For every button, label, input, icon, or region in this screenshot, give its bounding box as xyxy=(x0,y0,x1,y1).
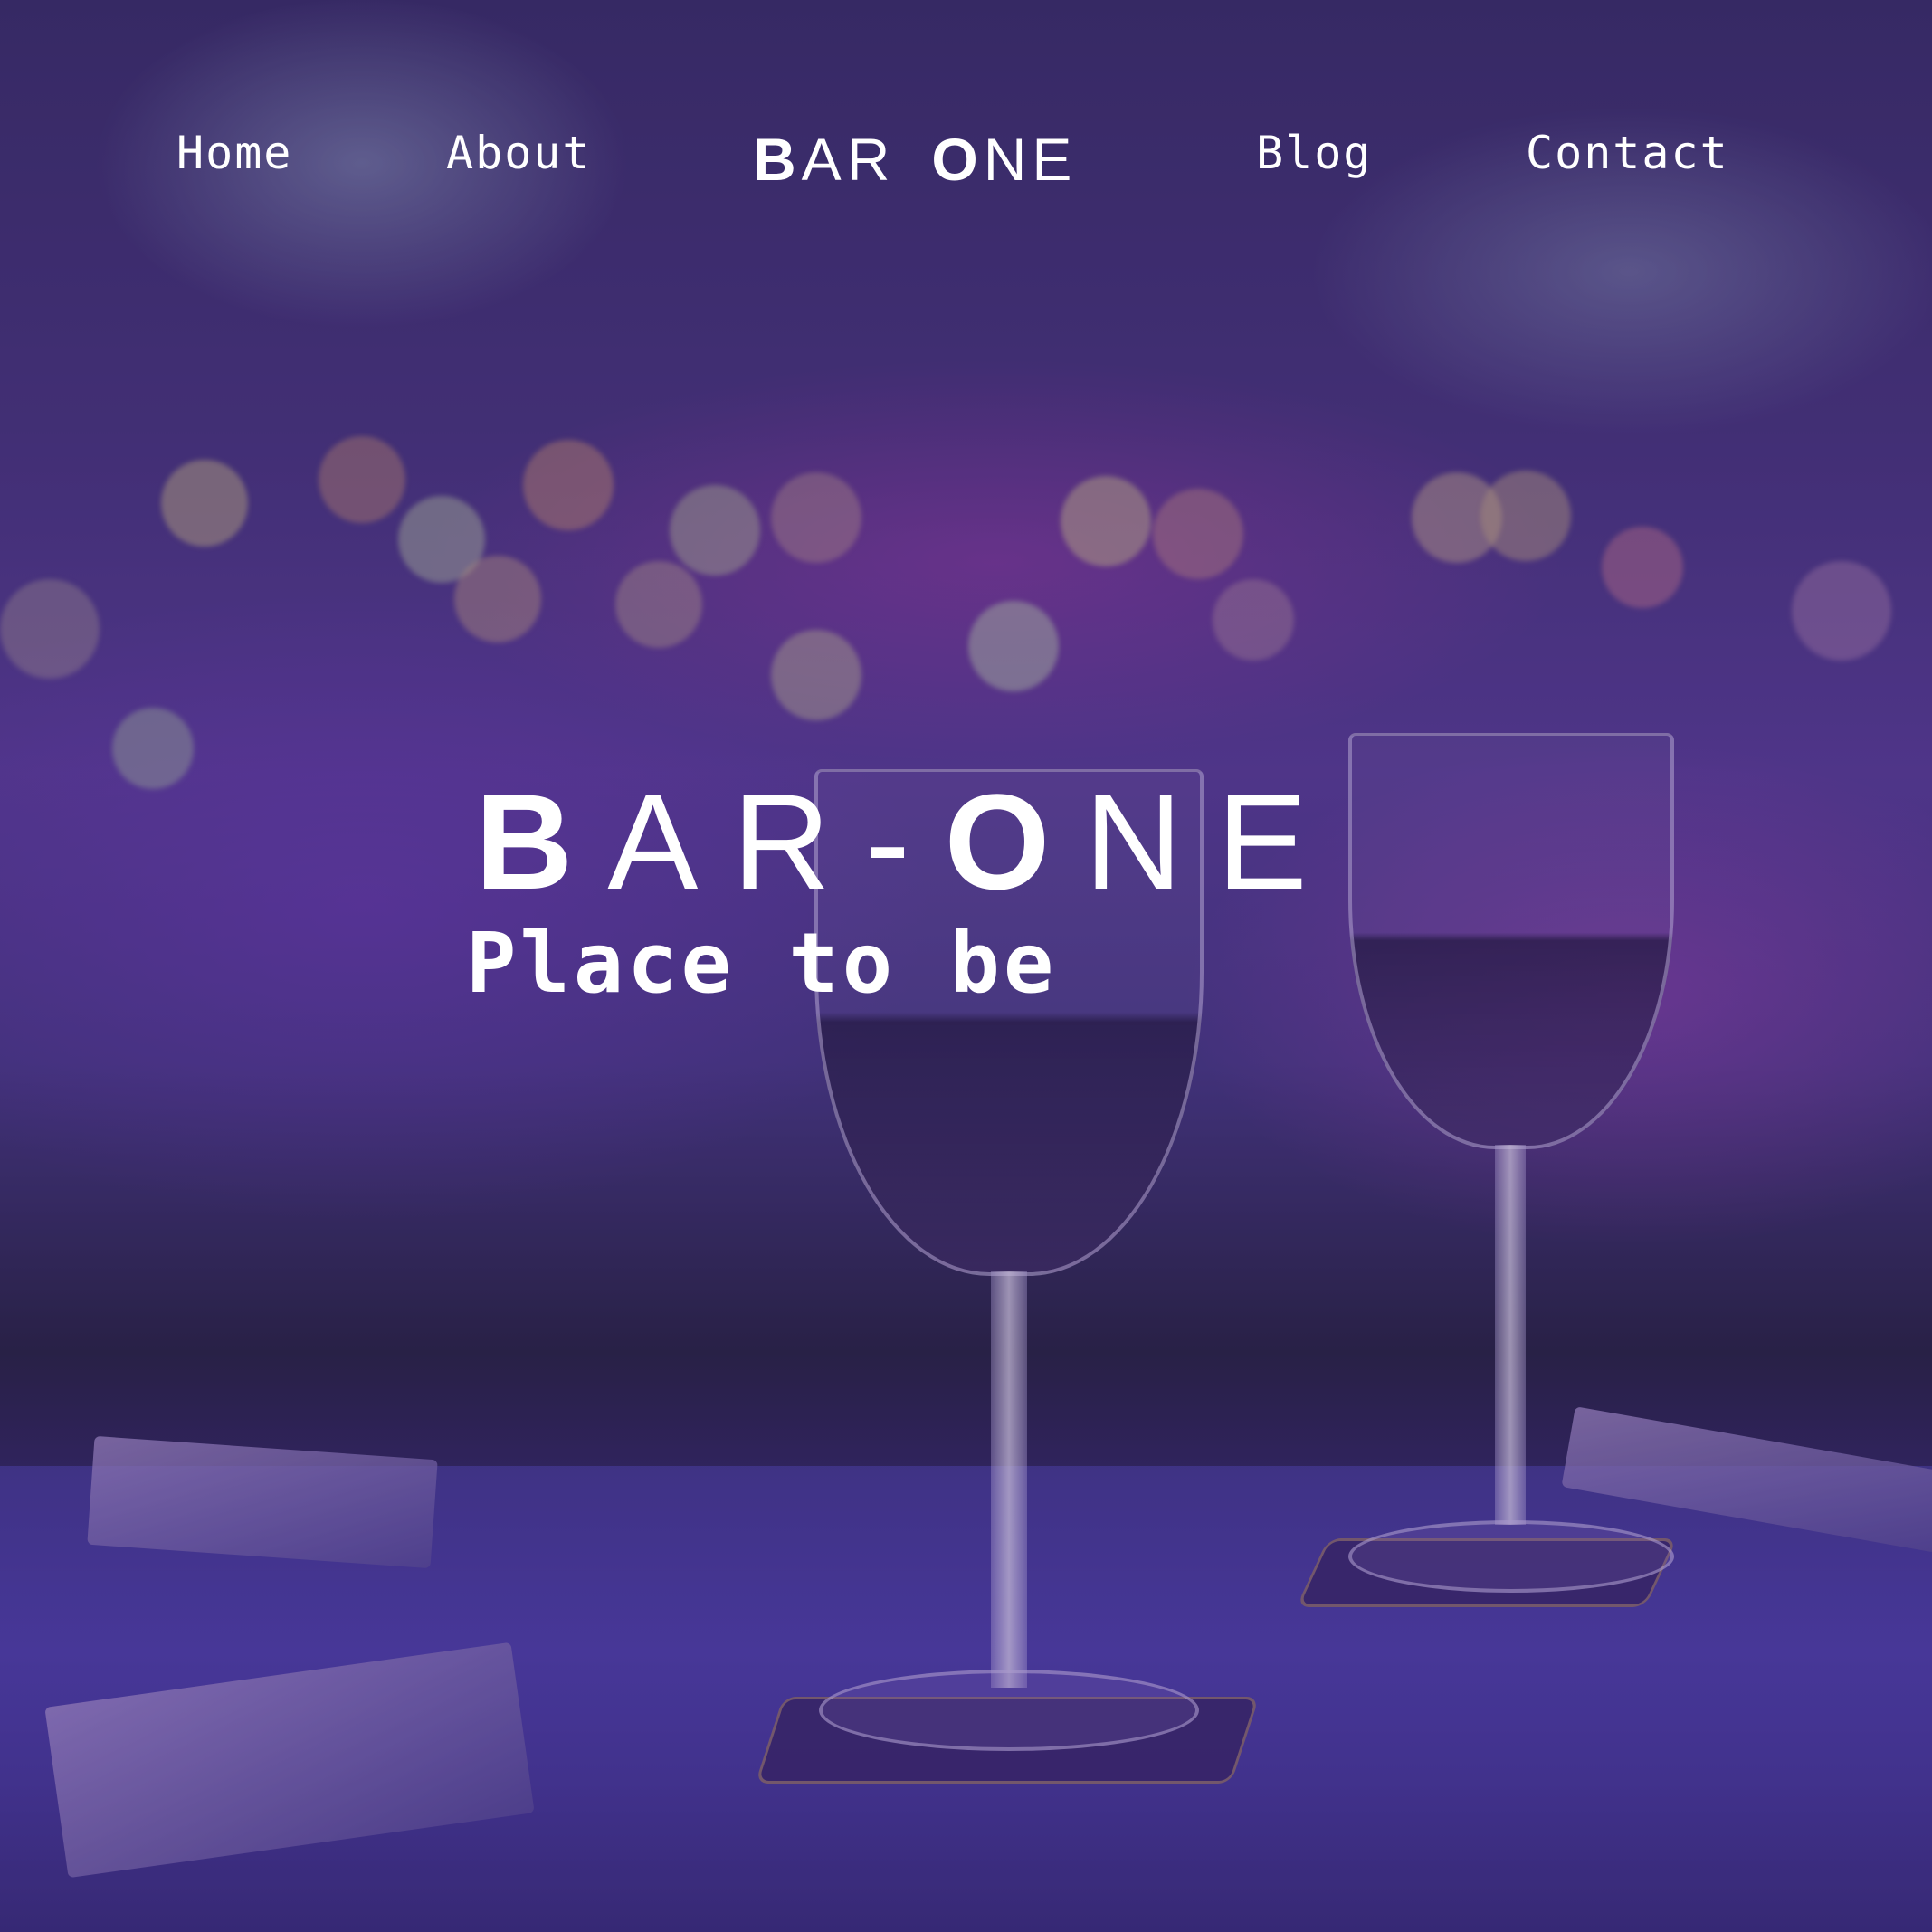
logo-word-one: NE xyxy=(983,126,1078,193)
title-letter-b: B xyxy=(475,766,608,918)
logo-word-bar: AR xyxy=(801,126,896,193)
nav-link-contact[interactable]: Contact xyxy=(1526,127,1729,179)
nav-link-about[interactable]: About xyxy=(446,127,592,179)
logo-letter-b: B xyxy=(753,126,802,193)
main-navigation: Home About BAR ONE Blog Contact xyxy=(0,118,1932,192)
title-separator: - xyxy=(864,766,945,918)
title-word-bar: AR xyxy=(607,766,865,918)
site-logo[interactable]: BAR ONE xyxy=(753,127,1115,192)
hero-tagline: Place to be xyxy=(466,915,1058,1012)
hero-title: BAR-ONE xyxy=(475,774,1470,909)
hero-section: Home About BAR ONE Blog Contact BAR-ONE P… xyxy=(0,0,1932,1932)
nav-link-home[interactable]: Home xyxy=(176,127,292,179)
title-word-one: NE xyxy=(1084,766,1342,918)
logo-letter-o: O xyxy=(931,126,984,193)
nav-link-blog[interactable]: Blog xyxy=(1256,127,1372,179)
title-letter-o: O xyxy=(944,766,1085,918)
